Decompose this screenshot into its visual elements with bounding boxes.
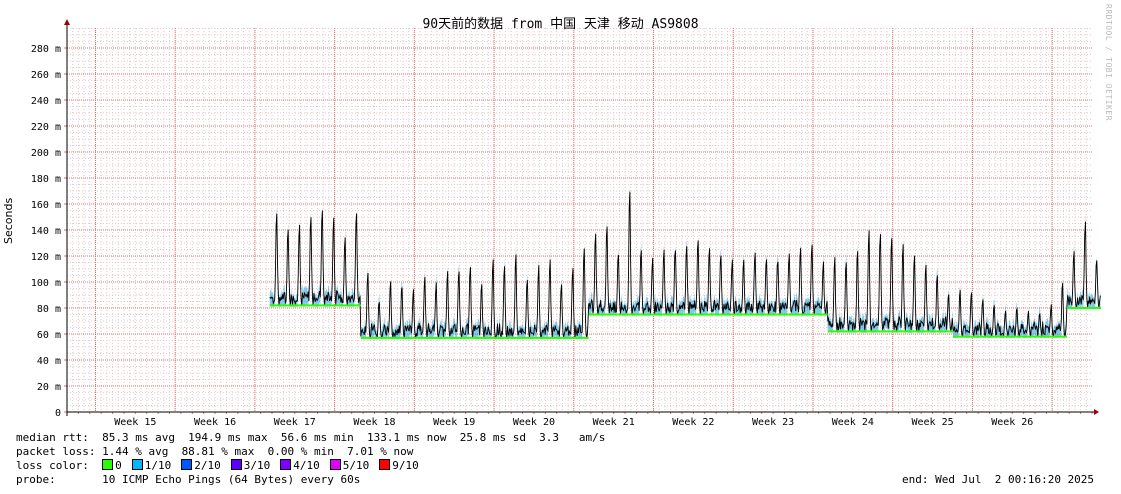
y-tick-labels: 0 20 m 40 m 60 m 80 m 100 m 120 m 140 m 160 m 180… <box>31 44 61 419</box>
y-tick-label: 100 m <box>31 278 61 289</box>
loss-color-item-label: 9/10 <box>392 459 419 472</box>
loss-color-item: 4/10 <box>280 459 320 472</box>
y-tick-label: 80 m <box>37 304 61 315</box>
loss-color-swatch <box>280 459 292 470</box>
loss-color-item-label: 5/10 <box>342 459 370 472</box>
y-tick-label: 120 m <box>31 252 61 263</box>
loss-color-swatch <box>379 459 391 470</box>
end-time: end: Wed Jul 2 00:16:20 2025 <box>902 473 1095 486</box>
loss-color-item-label: 1/10 <box>144 459 172 472</box>
x-tick-label: Week 18 <box>353 417 395 428</box>
loss-color-item-label: 3/10 <box>243 459 271 472</box>
median-rtt-stats: median rtt: 85.3 ms avg 194.9 ms max 56.… <box>16 431 606 444</box>
loss-color-item: 0 <box>102 459 122 472</box>
y-tick-label: 260 m <box>31 70 61 81</box>
y-tick-label: 160 m <box>31 200 61 211</box>
x-tick-label: Week 26 <box>991 417 1033 428</box>
chart-canvas: 0 20 m 40 m 60 m 80 m 100 m 120 m 140 m 160 m 180… <box>31 19 1102 428</box>
loss-color-item: 1/10 <box>131 459 172 472</box>
y-tick-label: 200 m <box>31 148 61 159</box>
loss-color-item: 3/10 <box>230 459 271 472</box>
latency-smoke-band <box>269 183 1101 340</box>
minor-grid <box>67 28 1092 412</box>
loss-color-item: 5/10 <box>329 459 370 472</box>
loss-color-items: 0 1/10 2/10 3/10 4/10 5/10 9/10 <box>102 459 429 472</box>
loss-color-item: 2/10 <box>181 459 221 472</box>
x-tick-label: Week 25 <box>911 417 953 428</box>
x-tick-label: Week 15 <box>114 417 156 428</box>
loss-color-swatch <box>329 459 341 470</box>
probe-info: probe: 10 ICMP Echo Pings (64 Bytes) eve… <box>16 473 361 486</box>
x-tick-label: Week 23 <box>752 417 794 428</box>
y-tick-label: 280 m <box>31 44 61 55</box>
y-tick-label: 60 m <box>37 330 61 341</box>
y-tick-label: 140 m <box>31 226 61 237</box>
x-tick-label: Week 20 <box>513 417 555 428</box>
x-axis-arrow <box>1094 409 1099 415</box>
x-tick-label: Week 19 <box>433 417 475 428</box>
x-tick-label: Week 24 <box>832 417 874 428</box>
y-tick-label: 220 m <box>31 122 61 133</box>
loss-color-item-label: 2/10 <box>194 459 221 472</box>
y-tick-label: 40 m <box>37 356 61 367</box>
x-tick-label: Week 17 <box>274 417 316 428</box>
x-tick-labels: Week 15 Week 16 Week 17 Week 18 Week 19 Week … <box>114 417 1033 428</box>
latency-series <box>269 183 1102 340</box>
loss-color-item: 9/10 <box>379 459 419 472</box>
loss-color-swatch <box>230 459 242 470</box>
x-tick-label: Week 21 <box>593 417 635 428</box>
rrdtool-watermark: RRDTOOL / TOBI OETIKER <box>1104 4 1113 121</box>
loss-color-legend: loss color: 0 1/10 2/10 3/10 4/10 5/10 9/10 <box>16 459 429 473</box>
packet-loss-stats: packet loss: 1.44 % avg 88.81 % max 0.00… <box>16 445 414 458</box>
loss-color-label: loss color: <box>16 459 89 472</box>
median-rtt-line <box>269 191 1101 340</box>
x-tick-label: Week 16 <box>194 417 236 428</box>
loss-color-swatch <box>181 459 193 470</box>
chart-title: 90天前的数据 from 中国 天津 移动 AS9808 <box>422 17 699 32</box>
y-tick-label: 180 m <box>31 174 61 185</box>
y-tick-label: 0 <box>55 408 61 419</box>
y-tick-label: 20 m <box>37 382 61 393</box>
loss-color-item-label: 0 <box>115 459 122 472</box>
loss-color-swatch <box>131 459 143 470</box>
loss-color-item-label: 4/10 <box>293 459 320 472</box>
y-tick-label: 240 m <box>31 96 61 107</box>
x-tick-label: Week 22 <box>672 417 714 428</box>
y-axis-label: Seconds <box>2 197 15 244</box>
loss-color-swatch <box>102 459 114 470</box>
